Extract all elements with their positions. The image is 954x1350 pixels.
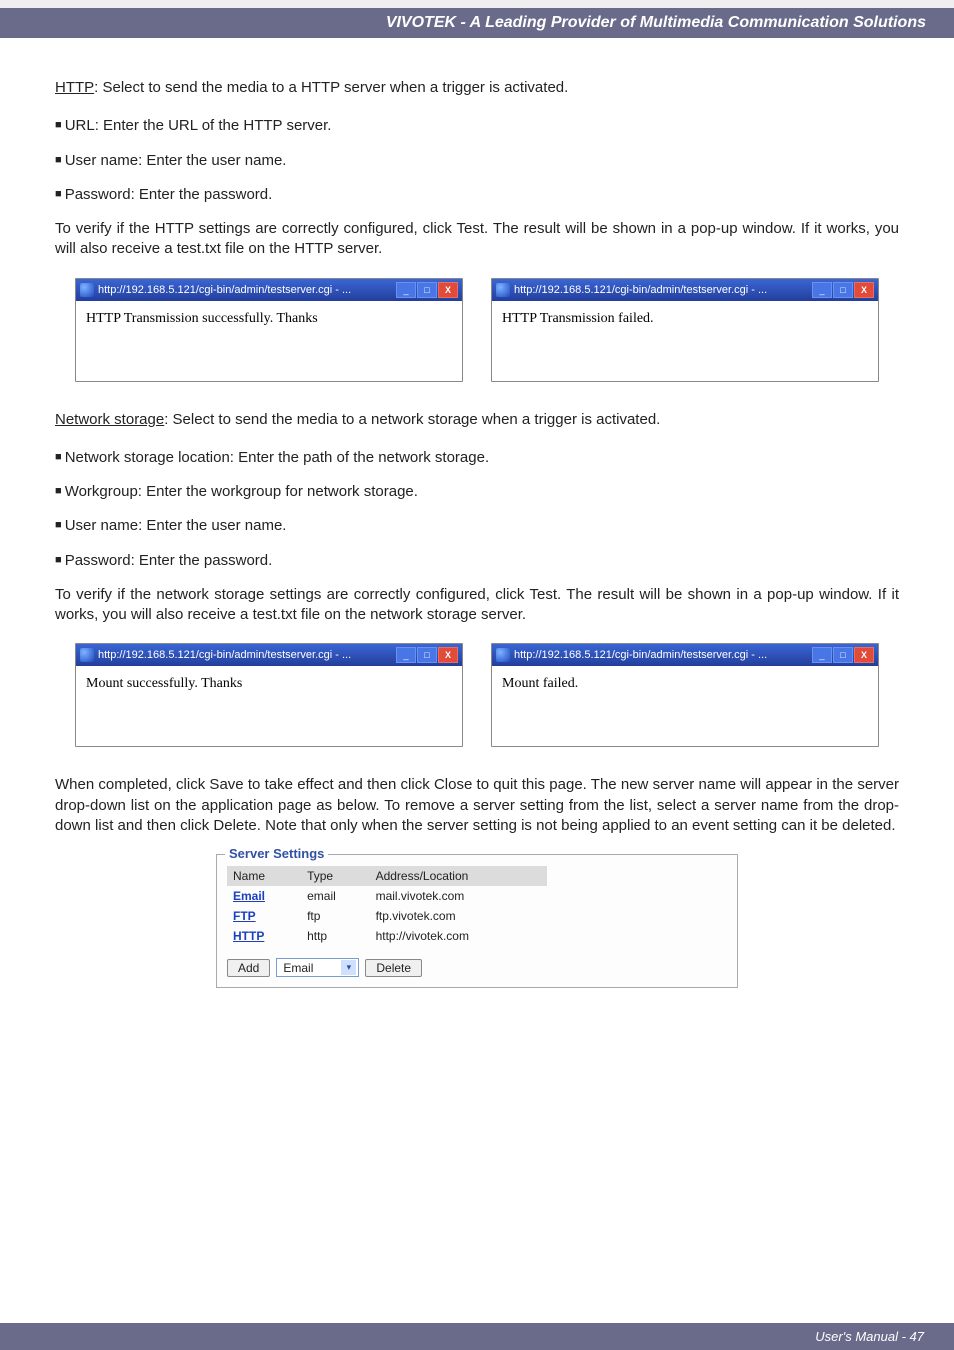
popup-title: http://192.168.5.121/cgi-bin/admin/tests…: [514, 284, 811, 296]
ie-icon: [496, 283, 510, 297]
table-header-row: Name Type Address/Location: [227, 866, 547, 886]
http-bullet-url: URL: Enter the URL of the HTTP server.: [55, 116, 899, 136]
server-settings-legend: Server Settings: [225, 846, 328, 861]
close-button[interactable]: X: [438, 282, 458, 298]
page-footer: User's Manual - 47: [0, 1323, 954, 1350]
http-heading-rest: : Select to send the media to a HTTP ser…: [94, 79, 568, 96]
maximize-button[interactable]: □: [417, 647, 437, 663]
ns-intro: Network storage: Select to send the medi…: [55, 410, 899, 430]
table-row: FTP ftp ftp.vivotek.com: [227, 906, 547, 926]
popup-http-success: http://192.168.5.121/cgi-bin/admin/tests…: [75, 278, 463, 382]
popup-body: Mount successfully. Thanks: [76, 666, 462, 746]
ns-heading: Network storage: [55, 411, 164, 428]
col-addr: Address/Location: [370, 866, 547, 886]
add-button[interactable]: Add: [227, 959, 270, 977]
http-heading: HTTP: [55, 79, 94, 96]
close-button[interactable]: X: [438, 647, 458, 663]
minimize-button[interactable]: _: [812, 647, 832, 663]
popup-http-fail: http://192.168.5.121/cgi-bin/admin/tests…: [491, 278, 879, 382]
server-link-http[interactable]: HTTP: [227, 926, 301, 946]
server-addr: mail.vivotek.com: [370, 886, 547, 906]
ns-bullet-user: User name: Enter the user name.: [55, 516, 899, 536]
popup-body: HTTP Transmission successfully. Thanks: [76, 301, 462, 381]
close-button[interactable]: X: [854, 282, 874, 298]
ie-icon: [80, 283, 94, 297]
maximize-button[interactable]: □: [833, 282, 853, 298]
popup-mount-fail: http://192.168.5.121/cgi-bin/admin/tests…: [491, 643, 879, 747]
ns-verify: To verify if the network storage setting…: [55, 585, 899, 626]
ie-icon: [496, 648, 510, 662]
server-settings-panel: Server Settings Name Type Address/Locati…: [216, 854, 738, 988]
ie-icon: [80, 648, 94, 662]
server-type: http: [301, 926, 369, 946]
http-bullet-pass: Password: Enter the password.: [55, 185, 899, 205]
server-link-email[interactable]: Email: [227, 886, 301, 906]
popup-title: http://192.168.5.121/cgi-bin/admin/tests…: [514, 649, 811, 661]
popup-title: http://192.168.5.121/cgi-bin/admin/tests…: [98, 284, 395, 296]
page-header: VIVOTEK - A Leading Provider of Multimed…: [0, 8, 954, 38]
http-bullet-user: User name: Enter the user name.: [55, 151, 899, 171]
popup-mount-success: http://192.168.5.121/cgi-bin/admin/tests…: [75, 643, 463, 747]
server-select-value: Email: [279, 961, 341, 975]
minimize-button[interactable]: _: [396, 647, 416, 663]
server-select[interactable]: Email ▾: [276, 958, 359, 977]
http-verify: To verify if the HTTP settings are corre…: [55, 219, 899, 260]
header-title: VIVOTEK - A Leading Provider of Multimed…: [386, 14, 926, 31]
col-name: Name: [227, 866, 301, 886]
maximize-button[interactable]: □: [833, 647, 853, 663]
table-row: HTTP http http://vivotek.com: [227, 926, 547, 946]
popup-body: HTTP Transmission failed.: [492, 301, 878, 381]
server-addr: ftp.vivotek.com: [370, 906, 547, 926]
server-table: Name Type Address/Location Email email m…: [227, 866, 547, 946]
close-button[interactable]: X: [854, 647, 874, 663]
server-type: email: [301, 886, 369, 906]
ns-bullet-pass: Password: Enter the password.: [55, 551, 899, 571]
maximize-button[interactable]: □: [417, 282, 437, 298]
footer-text: User's Manual - 47: [815, 1329, 924, 1344]
popup-title: http://192.168.5.121/cgi-bin/admin/tests…: [98, 649, 395, 661]
server-link-ftp[interactable]: FTP: [227, 906, 301, 926]
completed-para: When completed, click Save to take effec…: [55, 775, 899, 836]
delete-button[interactable]: Delete: [365, 959, 422, 977]
table-row: Email email mail.vivotek.com: [227, 886, 547, 906]
ns-bullet-wg: Workgroup: Enter the workgroup for netwo…: [55, 482, 899, 502]
ns-bullet-loc: Network storage location: Enter the path…: [55, 448, 899, 468]
chevron-down-icon: ▾: [341, 960, 356, 975]
minimize-button[interactable]: _: [812, 282, 832, 298]
http-intro: HTTP: Select to send the media to a HTTP…: [55, 78, 899, 98]
ns-heading-rest: : Select to send the media to a network …: [164, 411, 660, 428]
col-type: Type: [301, 866, 369, 886]
server-type: ftp: [301, 906, 369, 926]
minimize-button[interactable]: _: [396, 282, 416, 298]
server-addr: http://vivotek.com: [370, 926, 547, 946]
popup-body: Mount failed.: [492, 666, 878, 746]
